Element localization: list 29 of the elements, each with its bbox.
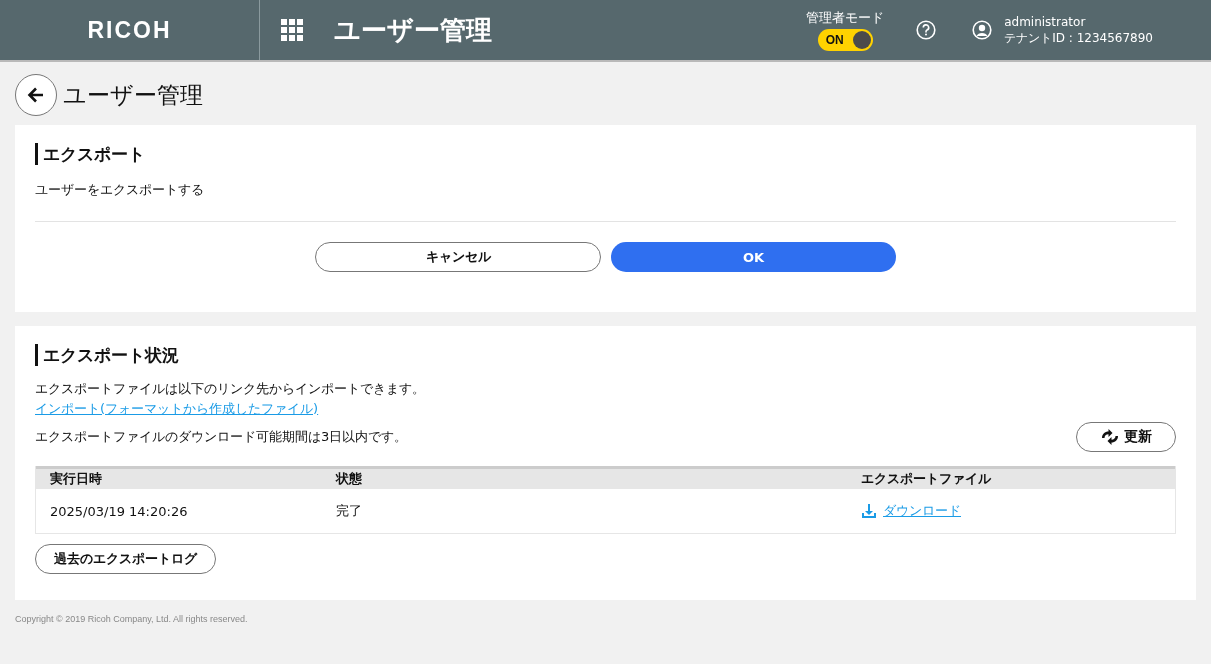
export-log-button[interactable]: 過去のエクスポートログ <box>35 544 216 574</box>
description-text: ユーザーをエクスポートする <box>35 181 205 199</box>
section-title: エクスポート <box>35 143 1176 165</box>
user-name: administrator <box>1004 14 1087 30</box>
period-text: エクスポートファイルのダウンロード可能期間は3日以内です。 <box>35 428 408 446</box>
header-title: ユーザー管理 <box>334 13 492 47</box>
admin-mode-label: 管理者モード <box>806 9 885 27</box>
user-avatar-icon[interactable] <box>972 20 993 40</box>
column-header: 状態 <box>336 470 363 488</box>
column-header: 実行日時 <box>49 470 103 488</box>
info-text: エクスポートファイルは以下のリンク先からインポートできます。 <box>35 380 426 398</box>
column-header: エクスポートファイル <box>861 470 991 488</box>
table-cell-text: 完了 <box>336 502 363 520</box>
logo: RICOH <box>87 16 172 44</box>
back-arrow-icon <box>26 85 46 105</box>
download-icon <box>861 503 877 519</box>
copyright-text: Copyright © 2019 Ricoh Company, Ltd. All rights reserved. <box>15 614 249 624</box>
help-icon[interactable] <box>916 20 937 40</box>
refresh-icon <box>1100 429 1120 445</box>
table-cell-text: 2025/03/19 14:20:26 <box>49 503 189 519</box>
back-button[interactable] <box>15 74 57 116</box>
admin-mode-toggle[interactable]: ON <box>817 29 873 51</box>
refresh-button[interactable]: 更新 <box>1076 422 1176 452</box>
ok-button[interactable]: OK <box>611 242 896 272</box>
cancel-button[interactable]: キャンセル <box>315 242 601 272</box>
tenant-id: テナントID : 1234567890 <box>1004 30 1153 46</box>
page-title: ユーザー管理 <box>63 80 203 110</box>
section-title: エクスポート状況 <box>35 344 1176 366</box>
app-grid-icon[interactable] <box>281 19 303 41</box>
